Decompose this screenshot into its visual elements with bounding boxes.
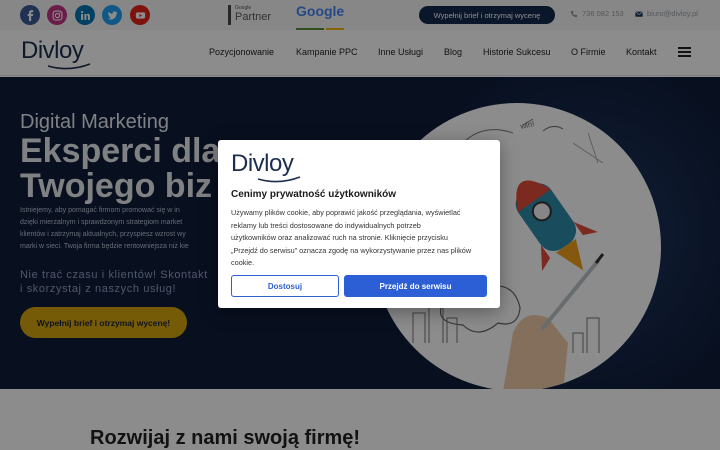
cookie-modal-text: Używamy plików cookie, aby poprawić jako… xyxy=(231,207,491,270)
modal-logo: Divloy xyxy=(231,150,301,183)
cookie-modal-title: Cenimy prywatność użytkowników xyxy=(231,189,397,200)
modal-logo-swoosh xyxy=(257,176,301,183)
cookie-text-line: Używamy plików cookie, aby poprawić jako… xyxy=(231,208,461,217)
accept-cookies-button[interactable]: Przejdź do serwisu xyxy=(344,275,487,297)
cookie-consent-modal: Divloy Cenimy prywatność użytkowników Uż… xyxy=(218,140,500,308)
cookie-text-line: reklamy lub treści dostosowane do indywi… xyxy=(231,220,421,230)
modal-logo-text: Divloy xyxy=(231,150,294,177)
cookie-text-line: cookie. xyxy=(231,258,255,267)
cookie-text-line: „Przejdź do serwisu” oznacza zgodę na wy… xyxy=(231,245,472,255)
cookie-text-line: użytkowników oraz analizować ruch na str… xyxy=(231,233,448,242)
customize-cookies-button[interactable]: Dostosuj xyxy=(231,275,339,297)
